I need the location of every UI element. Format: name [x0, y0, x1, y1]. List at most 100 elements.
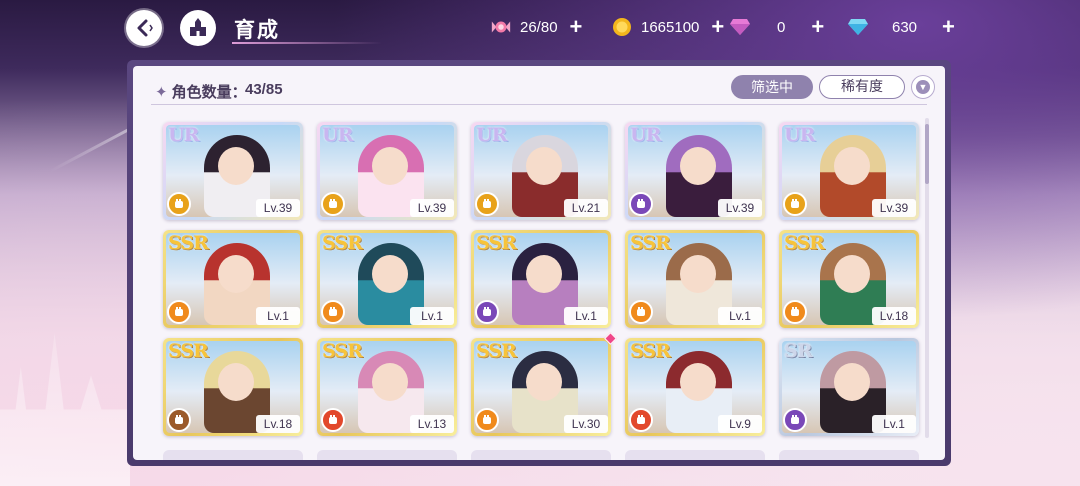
character-face	[834, 147, 870, 185]
fist-icon	[629, 192, 653, 216]
hand-icon	[475, 300, 499, 324]
character-card[interactable]: SSR Lv.1	[625, 230, 765, 328]
candy-icon	[490, 16, 512, 38]
count-label-text: 角色数量：	[171, 84, 247, 101]
level-label: Lv.39	[410, 199, 454, 217]
add-coin-button[interactable]: +	[711, 16, 724, 38]
character-card-partial[interactable]	[471, 450, 611, 460]
character-card[interactable]: SSR Lv.1	[317, 230, 457, 328]
hand-icon	[629, 300, 653, 324]
rarity-badge: UR	[168, 124, 199, 146]
resource-coin: 1665100 +	[611, 14, 724, 40]
hand-icon	[783, 300, 807, 324]
pink-gem-value: 0	[777, 18, 786, 36]
level-label: Lv.18	[256, 415, 300, 433]
rarity-badge: SSR	[630, 232, 671, 254]
character-face	[372, 147, 408, 185]
rarity-badge: SSR	[322, 340, 363, 362]
grid-scrollbar[interactable]	[925, 118, 929, 438]
character-card-partial[interactable]	[317, 450, 457, 460]
level-label: Lv.1	[872, 415, 916, 433]
level-label: Lv.30	[564, 415, 608, 433]
hand-icon	[629, 408, 653, 432]
resource-candy: 26/80 +	[490, 14, 582, 40]
pink-diamond-icon	[729, 16, 751, 38]
character-face	[526, 363, 562, 401]
character-card[interactable]: SSR Lv.30	[471, 332, 617, 436]
scrollbar-thumb[interactable]	[925, 124, 929, 184]
level-label: Lv.9	[718, 415, 762, 433]
rarity-sort-button[interactable]: 稀有度	[819, 75, 905, 99]
character-card[interactable]: SSR Lv.1	[163, 230, 303, 328]
rarity-badge: SR	[784, 340, 812, 362]
character-card-partial[interactable]	[625, 450, 765, 460]
rarity-badge: UR	[322, 124, 353, 146]
hand-icon	[475, 408, 499, 432]
rarity-badge: SSR	[168, 232, 209, 254]
level-label: Lv.1	[410, 307, 454, 325]
shield-icon	[167, 408, 191, 432]
header-divider	[151, 104, 927, 105]
page-title: 育成	[234, 19, 280, 42]
character-face	[680, 147, 716, 185]
character-card[interactable]: UR Lv.39	[779, 122, 919, 220]
filter-button[interactable]: 筛选中	[731, 75, 813, 99]
character-card[interactable]: SR Lv.1	[779, 338, 919, 436]
sparkle-icon: ✦	[155, 84, 168, 101]
blue-diamond-icon	[847, 16, 869, 38]
title-underline	[232, 42, 382, 44]
level-label: Lv.39	[256, 199, 300, 217]
hand-icon	[321, 408, 345, 432]
panel-header: ✦ 角色数量： 43/85 筛选中 稀有度 ▼	[133, 66, 945, 106]
character-grid: UR Lv.39 UR Lv.39 UR Lv.21 UR Lv.39 UR Lv.39 SSR Lv…	[163, 116, 923, 460]
character-card[interactable]: UR Lv.39	[163, 122, 303, 220]
add-pink-gem-button[interactable]: +	[811, 16, 824, 38]
character-count-label: ✦ 角色数量：	[155, 81, 247, 102]
home-button[interactable]	[180, 10, 216, 46]
add-candy-button[interactable]: +	[570, 16, 583, 38]
character-face	[834, 255, 870, 293]
character-card[interactable]: SSR Lv.9	[625, 338, 765, 436]
character-card[interactable]: UR Lv.39	[625, 122, 765, 220]
level-label: Lv.1	[564, 307, 608, 325]
hammer-icon	[321, 192, 345, 216]
hand-icon	[475, 192, 499, 216]
level-label: Lv.18	[872, 307, 916, 325]
fist-icon	[167, 300, 191, 324]
character-card[interactable]: SSR Lv.13	[317, 338, 457, 436]
castle-silhouette-decoration	[0, 333, 130, 486]
level-label: Lv.1	[256, 307, 300, 325]
resource-pink-gem: 0 +	[729, 14, 824, 40]
blue-gem-value: 630	[892, 18, 918, 36]
back-button[interactable]	[126, 10, 162, 46]
candy-value: 26/80	[520, 18, 558, 36]
add-blue-gem-button[interactable]: +	[942, 16, 955, 38]
rarity-badge: SSR	[322, 232, 363, 254]
character-card-partial[interactable]	[779, 450, 919, 460]
fist-icon	[783, 192, 807, 216]
fist-icon	[783, 408, 807, 432]
rarity-badge: UR	[476, 124, 507, 146]
character-face	[526, 255, 562, 293]
character-face	[526, 147, 562, 185]
character-card-partial[interactable]	[163, 450, 303, 460]
character-card[interactable]: UR Lv.21	[471, 122, 611, 220]
resource-blue-gem: 630 +	[847, 14, 955, 40]
character-card[interactable]: UR Lv.39	[317, 122, 457, 220]
character-panel-frame: ✦ 角色数量： 43/85 筛选中 稀有度 ▼ UR Lv.39 UR Lv.39 UR L…	[127, 60, 951, 466]
coin-value: 1665100	[641, 18, 700, 36]
character-card[interactable]: SSR Lv.18	[779, 230, 919, 328]
chevron-down-icon: ▼	[916, 80, 930, 94]
sort-order-button[interactable]: ▼	[911, 75, 935, 99]
rarity-badge: SSR	[168, 340, 209, 362]
character-face	[680, 363, 716, 401]
character-face	[218, 255, 254, 293]
character-card[interactable]: SSR Lv.1	[471, 230, 611, 328]
fist-icon	[167, 192, 191, 216]
character-panel: ✦ 角色数量： 43/85 筛选中 稀有度 ▼ UR Lv.39 UR Lv.39 UR L…	[133, 66, 945, 460]
character-face	[834, 363, 870, 401]
character-count-value: 43/85	[245, 81, 283, 98]
hammer-icon	[321, 300, 345, 324]
character-card[interactable]: SSR Lv.18	[163, 338, 303, 436]
level-label: Lv.39	[872, 199, 916, 217]
